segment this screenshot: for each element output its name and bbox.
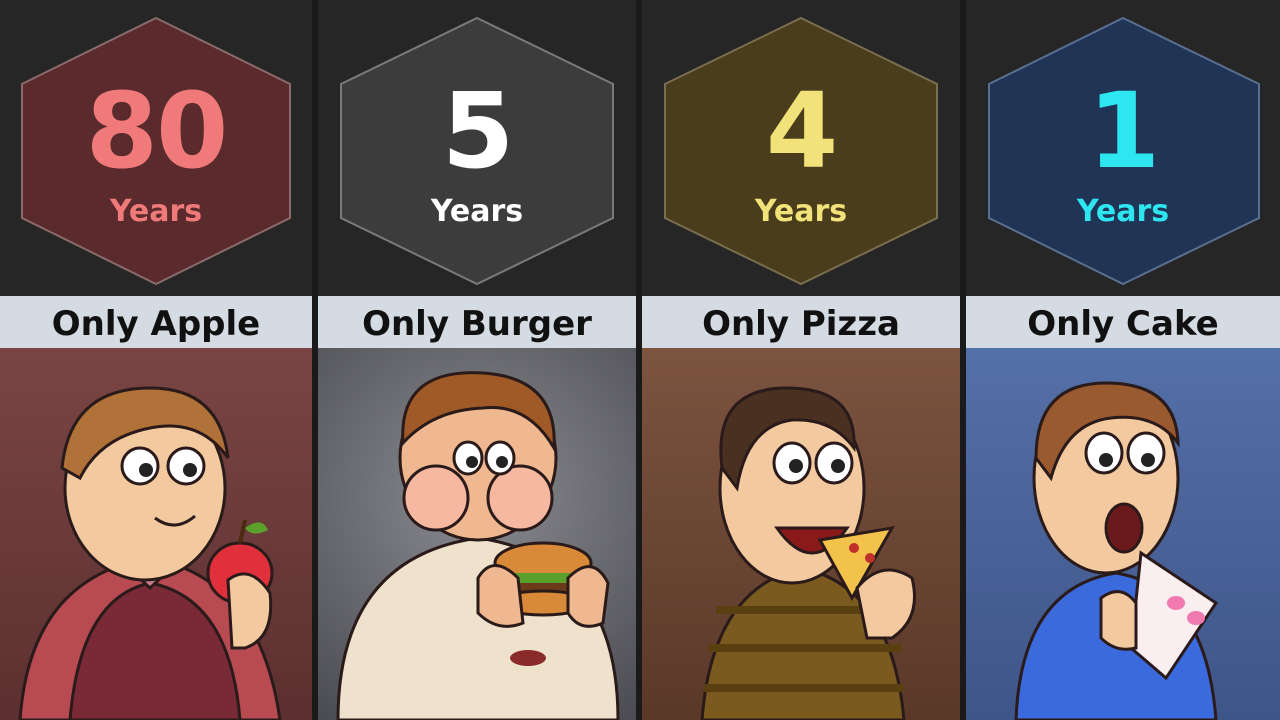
years-unit: Years [754, 194, 848, 229]
food-label: Only Cake [966, 296, 1280, 348]
character-illustration [642, 348, 960, 720]
man-eating-apple-image [18, 386, 282, 720]
years-number: 5 [441, 70, 514, 192]
years-unit: Years [1076, 194, 1170, 229]
man-eating-cake-image [1014, 381, 1219, 720]
man-eating-burger-image [336, 371, 620, 720]
years-number: 1 [1087, 70, 1160, 192]
years-number: 4 [765, 70, 838, 192]
character-illustration [0, 348, 312, 720]
character-illustration [966, 348, 1280, 720]
food-label: Only Apple [0, 296, 312, 348]
panel-header: 1 Years [966, 0, 1280, 296]
panel-header: 5 Years [318, 0, 636, 296]
years-unit: Years [109, 194, 203, 229]
panel-apple: 80 Years Only Apple [0, 0, 312, 720]
years-unit: Years [430, 194, 524, 229]
years-number: 80 [85, 70, 229, 192]
character-illustration [318, 348, 636, 720]
panel-burger: 5 Years Only Burger [318, 0, 636, 720]
panel-pizza: 4 Years Only Pizza [642, 0, 960, 720]
panel-header: 80 Years [0, 0, 312, 296]
panel-header: 4 Years [642, 0, 960, 296]
man-eating-pizza-image [700, 386, 916, 720]
food-label: Only Burger [318, 296, 636, 348]
panel-cake: 1 Years Only Cake [966, 0, 1280, 720]
food-label: Only Pizza [642, 296, 960, 348]
